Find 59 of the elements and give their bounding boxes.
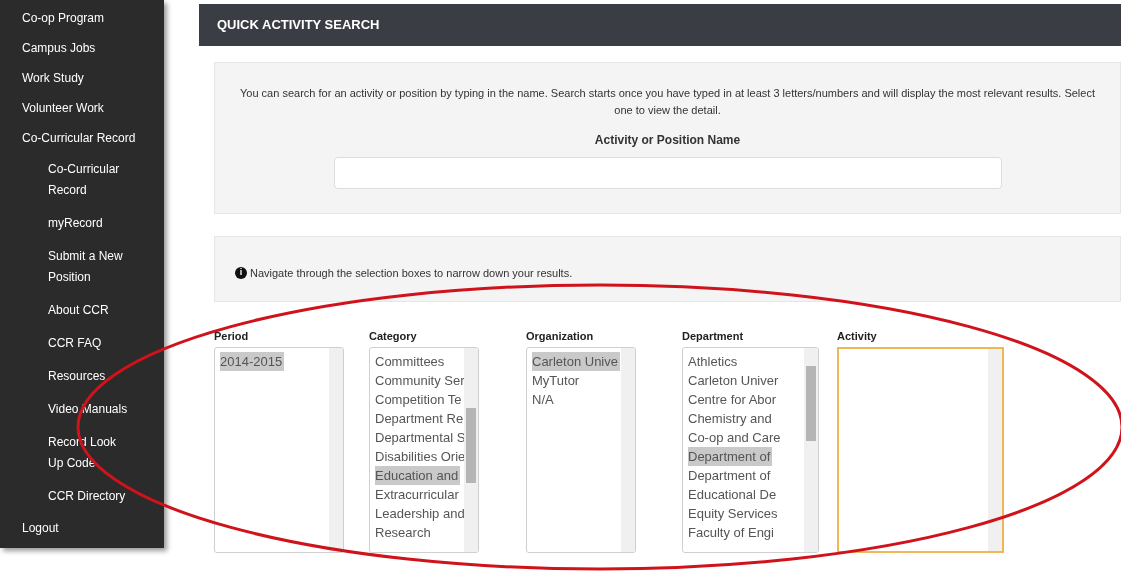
scrollbar[interactable] [329,347,343,552]
info-text: Navigate through the selection boxes to narrow down your results. [250,265,573,281]
scrollbar[interactable] [621,347,635,552]
sidebar-subitem[interactable]: Resources [48,360,128,393]
scrollbar[interactable] [988,348,1002,551]
list-option[interactable]: Committees [375,351,447,371]
list-option[interactable]: Athletics [688,351,740,371]
sidebar-subitem[interactable]: About CCR [48,294,128,327]
list-option[interactable]: Centre for Abor [688,389,779,409]
sidebar-item[interactable]: Co-Curricular Record [0,123,164,153]
list-option[interactable]: Carleton Univer [688,370,781,390]
list-option[interactable]: Carleton Unive [532,351,620,371]
list-option[interactable]: Leadership and [375,503,464,523]
info-icon: i [235,267,247,279]
list-option[interactable]: Department of [688,465,773,485]
sidebar-item[interactable]: Campus Jobs [0,33,164,63]
selection-list[interactable]: Athletics Carleton Univer Centre for Abor Chemistry and Co-op and Care Department of Department of Educational De Equity Services Faculty of Engi [682,346,819,553]
selection-list[interactable]: Carleton Unive MyTutor N/A [526,346,636,553]
list-option[interactable]: Education and [375,465,461,485]
search-description: You can search for an activity or position by typing in the name. Search starts once you have typed in at least 3 letters/numbers and will display the most relevant results. Select one to view the detail. [239,86,1096,118]
selection-list[interactable]: 2014-2015 [214,346,344,553]
list-option[interactable]: Departmental S [375,427,464,447]
sidebar-subitem[interactable]: CCR Directory [48,480,128,513]
list-option[interactable]: Department of [688,446,773,466]
list-option[interactable]: MyTutor [532,370,582,390]
sidebar-item[interactable]: Work Study [0,63,164,93]
list-option[interactable]: Equity Services [688,503,780,523]
list-option[interactable]: Chemistry and [688,408,774,428]
scrollbar[interactable] [464,347,478,552]
list-option[interactable]: Department Re [375,408,464,428]
sidebar-subitem[interactable]: CCR FAQ [48,327,128,360]
sidebar-item[interactable]: Logout [0,513,164,543]
list-option[interactable]: Community Ser [375,370,464,390]
page-title: QUICK ACTIVITY SEARCH [217,16,380,35]
scrollbar[interactable] [804,347,818,552]
list-option[interactable]: Disabilities Orie [375,446,464,466]
list-option[interactable]: 2014-2015 [220,351,285,371]
list-label: Organization [526,329,595,344]
sidebar-item[interactable]: Volunteer Work [0,93,164,123]
list-label: Category [369,329,418,344]
selection-list[interactable] [837,346,1004,553]
sidebar-subitem[interactable]: Video Manuals [48,393,128,426]
list-label: Department [682,329,745,344]
selection-list[interactable]: Committees Community Ser Competition Te Department Re Departmental S Disabilities Orie Education and Extracurricular Leadership and Research [369,346,479,553]
field-label: Activity or Position Name [594,132,741,149]
sidebar-subitem[interactable]: Co-Curricular Record [48,153,128,207]
sidebar-subitem[interactable]: Submit a New Position [48,240,128,294]
list-label: Activity [837,329,878,344]
list-option[interactable]: Co-op and Care [688,427,783,447]
sidebar-item[interactable]: Co-op Program [0,3,164,33]
list-option[interactable]: Extracurricular [375,484,461,504]
list-option[interactable]: Research [375,522,433,542]
sidebar-subitem[interactable]: myRecord [48,207,128,240]
search-field[interactable] [333,157,1002,189]
list-option[interactable]: Competition Te [375,389,464,409]
list-option[interactable]: Educational De [688,484,779,504]
list-option[interactable]: N/A [532,389,556,409]
list-label: Period [214,329,250,344]
list-option[interactable]: Faculty of Engi [688,522,776,542]
